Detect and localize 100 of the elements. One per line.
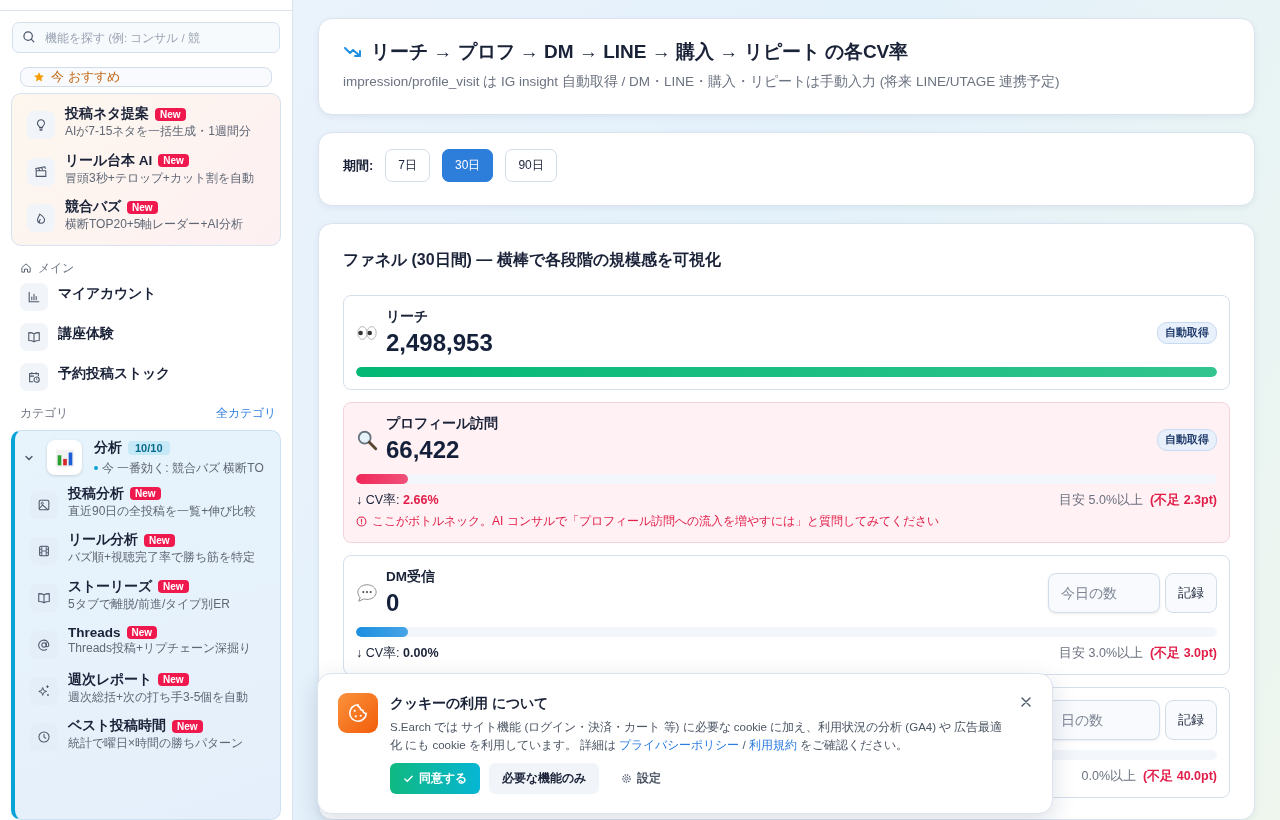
sparkles-icon	[37, 683, 51, 698]
search-icon	[22, 30, 36, 44]
shortfall-text: (不足 3.0pt)	[1150, 646, 1217, 660]
necessary-only-button[interactable]: 必要な機能のみ	[489, 762, 599, 794]
flame-icon	[34, 211, 48, 226]
record-button[interactable]: 記録	[1165, 572, 1217, 613]
feature-title: Threads	[68, 624, 121, 640]
page-subtitle: impression/profile_visit は IG insight 自動取得 / DM・LINE・購入・リピートは手動入力 (将来 LINE/UTAGE 連携予定)	[343, 73, 1061, 91]
new-badge: New	[158, 580, 189, 594]
feature-description: 直近90日の全投稿を一覧+伸び比較	[68, 503, 257, 520]
category-hint: 今 一番効く: 競合バズ 横断TO	[102, 459, 264, 477]
feature-item[interactable]: ベスト投稿時間 New 統計で曜日×時間の勝ちパターン	[15, 713, 280, 760]
book-icon	[37, 590, 51, 605]
feature-item[interactable]: 競合バズ New 横断TOP20+5軸レーダー+AI分析	[12, 194, 280, 241]
nav-item[interactable]: マイアカウント	[20, 282, 272, 311]
stage-value: 2,498,953	[386, 329, 493, 357]
period-label: 期間:	[343, 156, 374, 175]
cookie-text: S.Earch では サイト機能 (ログイン・決済・カート 等) に必要な cookie に加え、利用状況の分析 (GA4) や 広告最適化 にも cookie を利用しています。 詳細は プライバシーポリシー / 利用規約 をご確認ください。	[390, 720, 1004, 753]
stage-value: 66,422	[386, 436, 461, 464]
clock-icon	[37, 730, 51, 745]
book-icon	[27, 329, 41, 344]
lightbulb-icon	[34, 118, 48, 132]
auto-badge: 自動取得	[1157, 321, 1217, 344]
feature-item[interactable]: 投稿ネタ提案 New AIが7-15ネタを一括生成・1週間分	[12, 101, 280, 148]
close-icon[interactable]	[1020, 696, 1032, 708]
magnifier-icon	[356, 428, 378, 451]
feature-item[interactable]: リール分析 New バズ順+視聴完了率で勝ち筋を特定	[15, 527, 280, 574]
shortfall-text: (不足 40.0pt)	[1143, 769, 1217, 783]
new-badge: New	[158, 673, 189, 687]
count-badge: 10/10	[128, 440, 170, 455]
image-icon	[37, 497, 51, 512]
feature-item[interactable]: リール台本 AI New 冒頭3秒+テロップ+カット割を自動	[12, 147, 280, 195]
page-title: リーチ → プロフ → DM → LINE → 購入 → リピート の各CV率	[371, 40, 909, 64]
feature-title: 競合バズ	[65, 198, 121, 217]
at-sign-icon	[37, 637, 51, 652]
period-button[interactable]: 7日	[385, 149, 431, 182]
feature-title: 投稿分析	[68, 484, 124, 503]
record-button[interactable]: 記録	[1165, 700, 1217, 740]
feature-description: Threads投稿+リプチェーン深掘り	[68, 640, 252, 657]
star-icon	[33, 71, 45, 83]
nav-item[interactable]: 講座体験	[20, 322, 272, 351]
clapperboard-icon	[34, 164, 48, 179]
feature-title: ストーリーズ	[68, 577, 152, 596]
feature-description: 統計で曜日×時間の勝ちパターン	[68, 736, 243, 752]
settings-button[interactable]: 設定	[608, 762, 674, 794]
category-title: 分析	[94, 438, 122, 457]
period-button[interactable]: 90日	[505, 149, 557, 182]
cookie-title: クッキーの利用 について	[390, 695, 549, 713]
feature-description: 横断TOP20+5軸レーダー+AI分析	[65, 217, 243, 233]
stage-value: 0	[386, 589, 401, 617]
nav-item[interactable]: 予約投稿ストック	[20, 362, 272, 391]
feature-item[interactable]: 投稿分析 New 直近90日の全投稿を一覧+伸び比較	[15, 480, 280, 528]
new-badge: New	[126, 625, 158, 639]
feature-title: リール台本 AI	[65, 151, 153, 170]
feature-description: 冒頭3秒+テロップ+カット割を自動	[65, 170, 254, 187]
feature-description: AIが7-15ネタを一括生成・1週間分	[65, 124, 252, 140]
cv-value: 0.00%	[403, 646, 439, 660]
new-badge: New	[144, 533, 175, 547]
feature-title: ベスト投稿時間	[68, 717, 166, 736]
warning-text: ここがボトルネック。AI コンサルで「プロフィール訪問への流入を増やすには」と質問してみてください	[372, 513, 939, 530]
target-text: 目安 5.0%以上	[1059, 493, 1143, 507]
feature-item[interactable]: 週次レポート New 週次総括+次の打ち手3-5個を自動	[15, 666, 280, 714]
target-text: 目安 3.0%以上	[1059, 646, 1143, 660]
terms-link[interactable]: 利用規約	[748, 738, 797, 751]
section-heading: メイン	[38, 259, 74, 277]
new-badge: New	[172, 719, 203, 733]
shortfall-text: (不足 2.3pt)	[1150, 493, 1217, 507]
feature-title: リール分析	[68, 531, 138, 550]
privacy-policy-link[interactable]: プライバシーポリシー	[619, 738, 740, 751]
new-badge: New	[130, 487, 161, 501]
trend-down-icon	[343, 44, 363, 60]
stage-label: DM受信	[386, 568, 435, 586]
feature-description: バズ順+視聴完了率で勝ち筋を特定	[68, 550, 255, 566]
stage-label: プロフィール訪問	[386, 415, 498, 433]
bar-chart-icon	[27, 289, 41, 304]
feature-item[interactable]: ストーリーズ New 5タブで離脱/前進/タイプ別ER	[15, 573, 280, 621]
period-button[interactable]: 30日	[442, 149, 494, 182]
target-text: 0.0%以上	[1081, 769, 1137, 783]
film-icon	[37, 544, 51, 559]
section-heading: 今 おすすめ	[51, 68, 120, 86]
search-field[interactable]: 機能を探す (例: コンサル / 競	[12, 22, 280, 53]
funnel-title: ファネル (30日間) — 横棒で各段階の規模感を可視化	[343, 250, 722, 270]
feature-item[interactable]: Threads New Threads投稿+リプチェーン深掘り	[15, 620, 280, 667]
new-badge: New	[155, 107, 186, 121]
feature-description: 5タブで離脱/前進/タイプ別ER	[68, 596, 230, 613]
bar-chart-icon	[47, 440, 82, 476]
cv-value: 2.66%	[403, 493, 439, 507]
settings-icon	[621, 772, 632, 784]
cookie-icon	[338, 693, 378, 733]
stage-label: リーチ	[386, 308, 429, 326]
calendar-clock-icon	[27, 369, 41, 384]
feature-title: 週次レポート	[68, 670, 152, 689]
count-field[interactable]: 今日の数	[1048, 572, 1160, 613]
speech-bubble-icon	[356, 581, 378, 604]
new-badge: New	[158, 154, 189, 168]
all-categories-link[interactable]: 全カテゴリ	[216, 404, 276, 422]
section-heading: カテゴリ	[20, 404, 68, 422]
alert-icon	[356, 516, 367, 527]
auto-badge: 自動取得	[1157, 428, 1217, 451]
new-badge: New	[127, 200, 158, 214]
